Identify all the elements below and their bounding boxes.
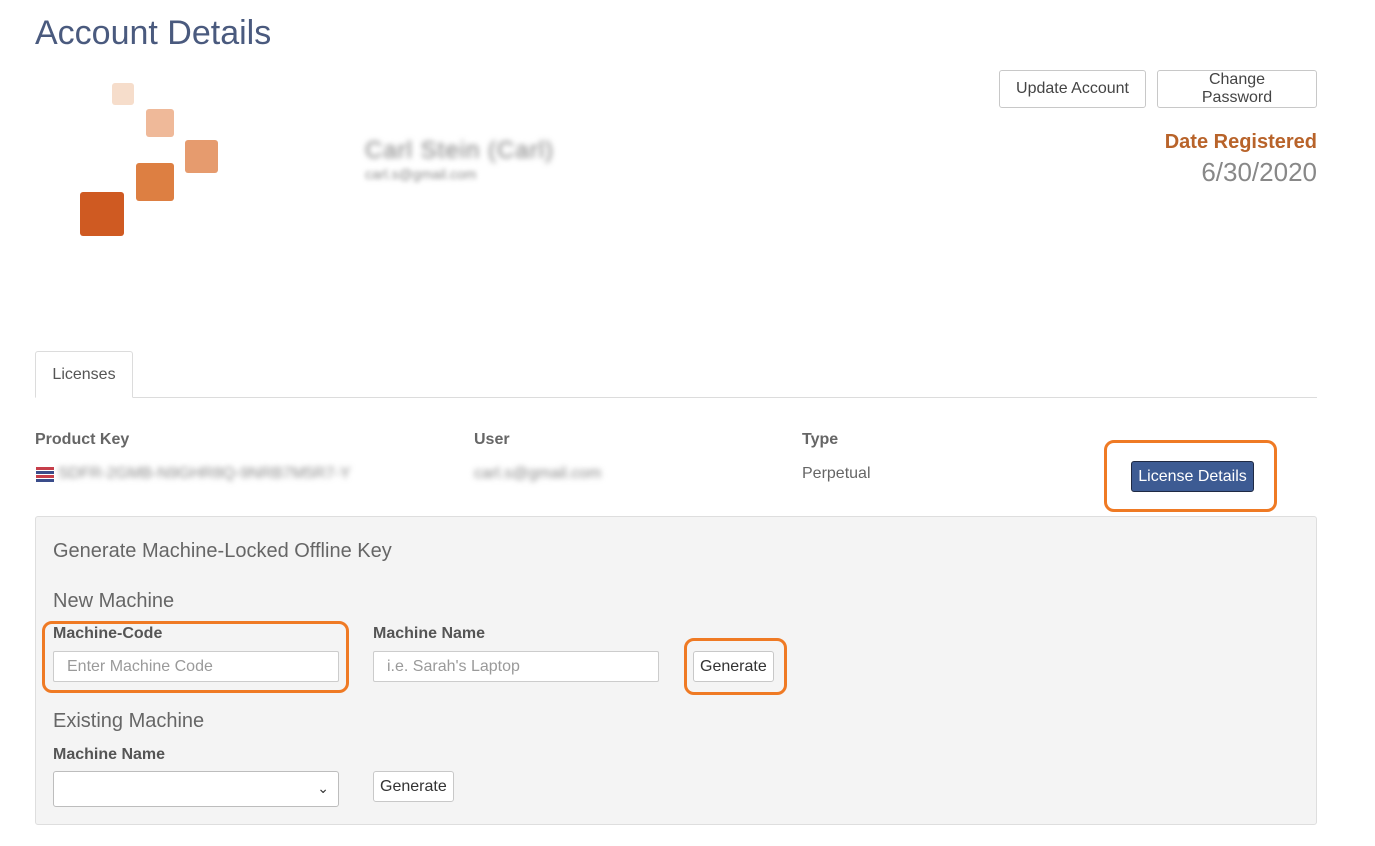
existing-machine-select[interactable]: ⌄ <box>53 771 339 807</box>
tab-licenses[interactable]: Licenses <box>35 351 133 398</box>
profile-name: Carl Stein (Carl) <box>365 137 555 164</box>
license-details-button[interactable]: License Details <box>1131 461 1254 492</box>
page-title: Account Details <box>35 14 272 52</box>
existing-machine-name-label: Machine Name <box>53 746 166 763</box>
offline-key-title: Generate Machine-Locked Offline Key <box>53 540 392 562</box>
machine-code-label: Machine-Code <box>53 625 163 642</box>
existing-machine-heading: Existing Machine <box>53 710 205 732</box>
product-key-header: Product Key <box>35 431 130 448</box>
generate-new-machine-button[interactable]: Generate <box>693 651 774 682</box>
generate-existing-machine-button[interactable]: Generate <box>373 771 454 802</box>
profile-email: carl.s@gmail.com <box>365 166 477 182</box>
machine-name-input[interactable] <box>373 651 659 682</box>
date-registered-value: 6/30/2020 <box>1201 157 1317 187</box>
change-password-button[interactable]: Change Password <box>1157 70 1317 108</box>
user-email-value: carl.s@gmail.com <box>474 465 602 482</box>
update-account-button[interactable]: Update Account <box>999 70 1146 108</box>
license-type-value: Perpetual <box>802 465 871 482</box>
tabs-divider <box>35 397 1317 398</box>
chevron-down-icon: ⌄ <box>317 780 329 796</box>
date-registered-label: Date Registered <box>1164 131 1317 153</box>
flag-icon <box>36 467 54 483</box>
type-header: Type <box>802 431 839 448</box>
company-logo <box>60 75 230 245</box>
user-header: User <box>474 431 510 448</box>
machine-code-input[interactable] <box>53 651 339 682</box>
new-machine-heading: New Machine <box>53 590 175 612</box>
product-key-value: SDFR-2GMB-N9GHR8Q-9NRB7M5R7-Y <box>58 465 351 482</box>
machine-name-label: Machine Name <box>373 625 486 642</box>
